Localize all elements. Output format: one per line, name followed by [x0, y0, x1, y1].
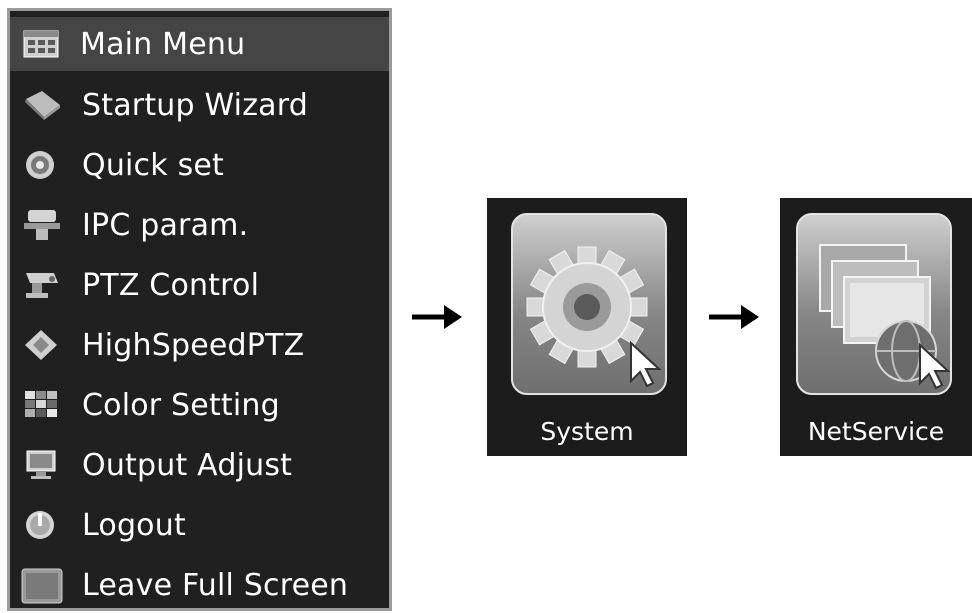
menu-item-label: Startup Wizard	[82, 87, 308, 123]
menu-item-quick-set[interactable]: Quick set	[10, 137, 389, 193]
gear-icon	[526, 246, 662, 388]
ipc-camera-icon	[24, 210, 60, 240]
system-tile-label: System	[540, 416, 634, 446]
ptz-camera-icon	[26, 273, 58, 298]
network-globe-icon	[819, 244, 950, 390]
menu-item-highspeed-ptz[interactable]: HighSpeedPTZ	[10, 317, 389, 373]
monitor-icon	[26, 450, 56, 479]
menu-item-ipc-param[interactable]: IPC param.	[10, 197, 389, 253]
system-tile-face	[511, 213, 667, 395]
highspeed-ptz-icon	[25, 330, 57, 360]
menu-item-color-setting[interactable]: Color Setting	[10, 377, 389, 433]
netservice-tile-label: NetService	[807, 416, 945, 446]
menu-item-leave-full-screen[interactable]: Leave Full Screen	[10, 557, 389, 613]
menu-item-main-menu[interactable]: Main Menu	[10, 17, 389, 71]
quick-set-icon	[26, 151, 54, 179]
menu-item-label: PTZ Control	[82, 267, 260, 303]
netservice-tile-face	[796, 213, 952, 395]
menu-item-ptz-control[interactable]: PTZ Control	[10, 257, 389, 313]
leave-fullscreen-icon	[21, 568, 63, 604]
menu-item-output-adjust[interactable]: Output Adjust	[10, 437, 389, 493]
arrow-right-icon	[709, 305, 759, 329]
context-menu: Main Menu Startup Wizard Quick set IPC p…	[7, 8, 392, 611]
main-menu-grid-icon	[23, 30, 59, 58]
menu-item-label: Leave Full Screen	[82, 567, 349, 603]
menu-item-label: Color Setting	[82, 387, 280, 423]
menu-item-label: Quick set	[82, 147, 225, 183]
menu-item-label: Main Menu	[80, 26, 246, 62]
menu-item-label: Output Adjust	[82, 447, 293, 483]
logout-icon	[26, 511, 54, 539]
menu-item-logout[interactable]: Logout	[10, 497, 389, 553]
menu-item-label: Logout	[82, 507, 186, 543]
menu-item-label: HighSpeedPTZ	[82, 327, 305, 363]
system-tile[interactable]: System	[487, 198, 687, 456]
menu-item-label: IPC param.	[82, 207, 249, 243]
wizard-icon	[25, 91, 60, 120]
netservice-tile[interactable]: NetService	[780, 198, 972, 456]
color-palette-icon	[25, 391, 57, 417]
arrow-right-icon	[412, 305, 462, 329]
menu-item-startup-wizard[interactable]: Startup Wizard	[10, 77, 389, 133]
